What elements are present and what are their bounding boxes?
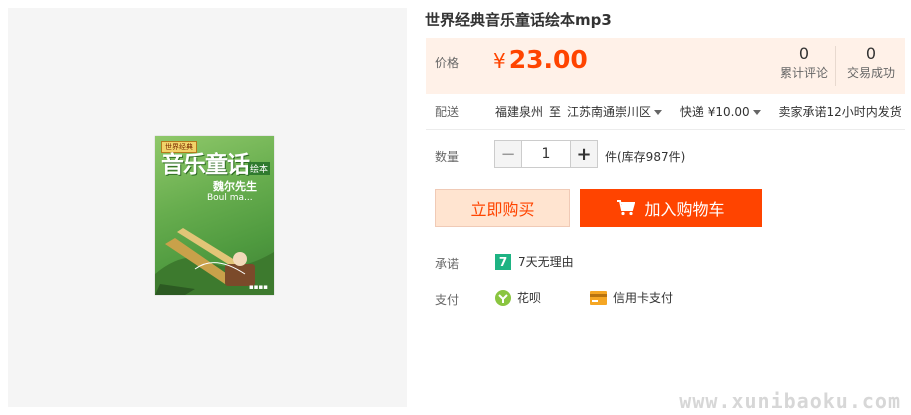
add-to-cart-label: 加入购物车 (644, 200, 725, 219)
credit-card-icon (590, 290, 607, 305)
quantity-stepper: − 1 + (494, 140, 598, 168)
cover-story-subtitle: Boul ma... (207, 193, 253, 203)
shipping-promise: 卖家承诺12小时内发货 (778, 105, 902, 119)
quantity-decrease-button[interactable]: − (494, 140, 522, 168)
stat-transactions[interactable]: 0 交易成功 (840, 43, 902, 81)
watermark: www.xunibaoku.com (679, 389, 901, 413)
cover-subtitle: 绘本 (247, 162, 270, 175)
huabei-icon (495, 289, 511, 306)
payment-method-huabei-label: 花呗 (517, 291, 542, 305)
stat-reviews-count: 0 (798, 44, 810, 63)
stock-info: 件(库存987件) (605, 150, 686, 164)
seven-day-return-icon: 7 (495, 253, 511, 270)
stat-reviews[interactable]: 0 累计评论 (773, 43, 835, 81)
shipping-from: 福建泉州 (495, 105, 544, 119)
shipping-label: 配送 (435, 105, 460, 119)
payment-method-huabei[interactable]: 花呗 (495, 289, 541, 306)
add-to-cart-button[interactable]: 加入购物车 (580, 189, 762, 227)
buy-now-button[interactable]: 立即购买 (435, 189, 570, 227)
shipping-method-select[interactable]: 快递 ¥10.00 (680, 105, 761, 119)
price-label: 价格 (435, 56, 460, 70)
price-amount: 23.00 (508, 45, 588, 74)
shipping-destination: 江苏南通崇川区 (567, 105, 652, 119)
shipping-destination-select[interactable]: 江苏南通崇川区 (567, 105, 663, 119)
quantity-label: 数量 (435, 150, 460, 164)
payment-label: 支付 (435, 293, 460, 307)
shipping-info: 福建泉州至江苏南通崇川区 快递 ¥10.00 卖家承诺12小时内发货 (495, 103, 908, 120)
cart-icon (617, 200, 636, 216)
price-value: ¥23.00 (493, 44, 588, 79)
stat-divider (835, 46, 836, 86)
payment-method-credit-card[interactable]: 信用卡支付 (590, 289, 673, 306)
stat-transactions-label: 交易成功 (846, 66, 895, 80)
stat-transactions-count: 0 (865, 44, 877, 63)
price-panel: 价格 ¥23.00 0 累计评论 0 交易成功 (426, 38, 905, 94)
cover-title: 音乐童话 (161, 152, 250, 178)
shipping-to-word: 至 (549, 105, 562, 119)
product-title: 世界经典音乐童话绘本mp3 (425, 11, 612, 29)
promise-info[interactable]: 7 7天无理由 (495, 253, 574, 270)
shipping-method: 快递 ¥10.00 (679, 105, 750, 119)
cover-publisher-mark: ▪▪▪▪ (249, 283, 268, 291)
promise-text: 7天无理由 (518, 255, 574, 269)
product-image-gallery: 世界经典 音乐童话 绘本 魏尔先生 Boul ma... ▪▪▪▪ (8, 8, 407, 407)
currency-symbol: ¥ (493, 49, 506, 73)
divider (426, 129, 905, 130)
stat-reviews-label: 累计评论 (779, 66, 828, 80)
cover-story-title: 魏尔先生 (213, 180, 257, 193)
promise-label: 承诺 (435, 257, 460, 271)
buy-now-label: 立即购买 (470, 200, 535, 219)
chevron-down-icon (752, 110, 761, 115)
quantity-increase-button[interactable]: + (570, 140, 598, 168)
product-cover-image[interactable]: 世界经典 音乐童话 绘本 魏尔先生 Boul ma... ▪▪▪▪ (155, 136, 274, 295)
quantity-input[interactable]: 1 (522, 140, 570, 168)
chevron-down-icon (654, 110, 663, 115)
payment-method-credit-card-label: 信用卡支付 (613, 291, 674, 305)
